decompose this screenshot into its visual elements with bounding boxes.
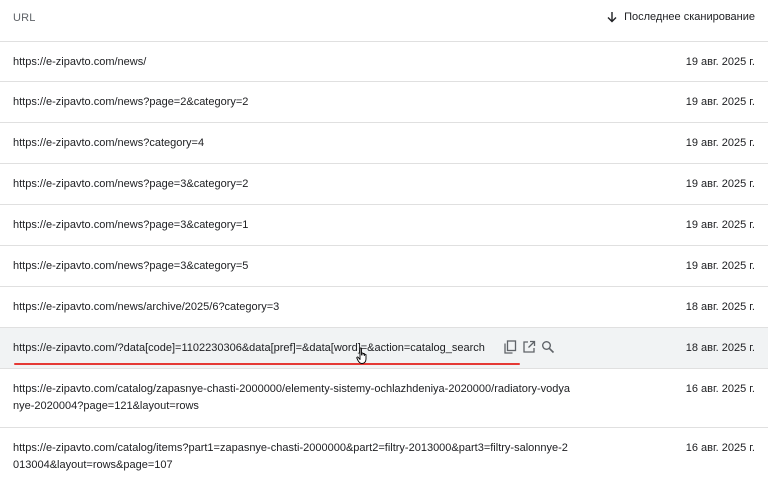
row-date: 19 авг. 2025 г. [685, 96, 755, 108]
row-date: 16 авг. 2025 г. [685, 383, 755, 395]
table-row[interactable]: https://e-zipavto.com/news?page=3&catego… [0, 246, 768, 287]
row-date: 19 авг. 2025 г. [685, 219, 755, 231]
row-date: 18 авг. 2025 г. [685, 342, 755, 354]
table-row[interactable]: https://e-zipavto.com/news?category=4 19… [0, 123, 768, 164]
row-url[interactable]: https://e-zipavto.com/news?page=3&catego… [13, 217, 248, 234]
row-url[interactable]: https://e-zipavto.com/news/ [13, 54, 146, 71]
row-url[interactable]: https://e-zipavto.com/news?page=2&catego… [13, 94, 248, 111]
row-url[interactable]: https://e-zipavto.com/news?page=3&catego… [13, 176, 248, 193]
hand-pointer-cursor-icon [356, 347, 367, 364]
row-url[interactable]: https://e-zipavto.com/news?category=4 [13, 135, 204, 152]
table-row[interactable]: https://e-zipavto.com/news?page=2&catego… [0, 82, 768, 123]
row-date: 16 авг. 2025 г. [685, 442, 755, 454]
column-header-last-crawl-label: Последнее сканирование [624, 11, 755, 23]
table-row[interactable]: https://e-zipavto.com/news/archive/2025/… [0, 287, 768, 328]
table-row[interactable]: https://e-zipavto.com/catalog/zapasnye-c… [0, 369, 768, 428]
row-date: 18 авг. 2025 г. [685, 301, 755, 313]
copy-icon[interactable] [502, 339, 518, 355]
row-date: 19 авг. 2025 г. [685, 178, 755, 190]
table-row[interactable]: https://e-zipavto.com/news?page=3&catego… [0, 205, 768, 246]
search-icon[interactable] [540, 339, 556, 355]
table-row[interactable]: https://e-zipavto.com/news?page=3&catego… [0, 164, 768, 205]
column-header-url: URL [13, 12, 36, 24]
table-header: URL Последнее сканирование [0, 0, 768, 42]
row-url[interactable]: https://e-zipavto.com/?data[code]=110223… [13, 340, 500, 357]
row-date: 19 авг. 2025 г. [685, 137, 755, 149]
column-header-last-crawl[interactable]: Последнее сканирование [606, 11, 755, 23]
row-date: 19 авг. 2025 г. [685, 56, 755, 68]
red-underline-annotation [14, 363, 520, 365]
crawled-pages-table: URL Последнее сканирование https://e-zip… [0, 0, 768, 480]
arrow-down-icon [607, 12, 617, 23]
row-url[interactable]: https://e-zipavto.com/catalog/items?part… [13, 440, 573, 474]
row-url[interactable]: https://e-zipavto.com/news?page=3&catego… [13, 258, 248, 275]
row-url[interactable]: https://e-zipavto.com/catalog/zapasnye-c… [13, 381, 573, 415]
row-date: 19 авг. 2025 г. [685, 260, 755, 272]
row-actions [502, 339, 559, 355]
table-row[interactable]: https://e-zipavto.com/news/ 19 авг. 2025… [0, 42, 768, 82]
row-url[interactable]: https://e-zipavto.com/news/archive/2025/… [13, 299, 279, 316]
open-in-new-icon[interactable] [521, 339, 537, 355]
table-row[interactable]: https://e-zipavto.com/catalog/items?part… [0, 428, 768, 480]
